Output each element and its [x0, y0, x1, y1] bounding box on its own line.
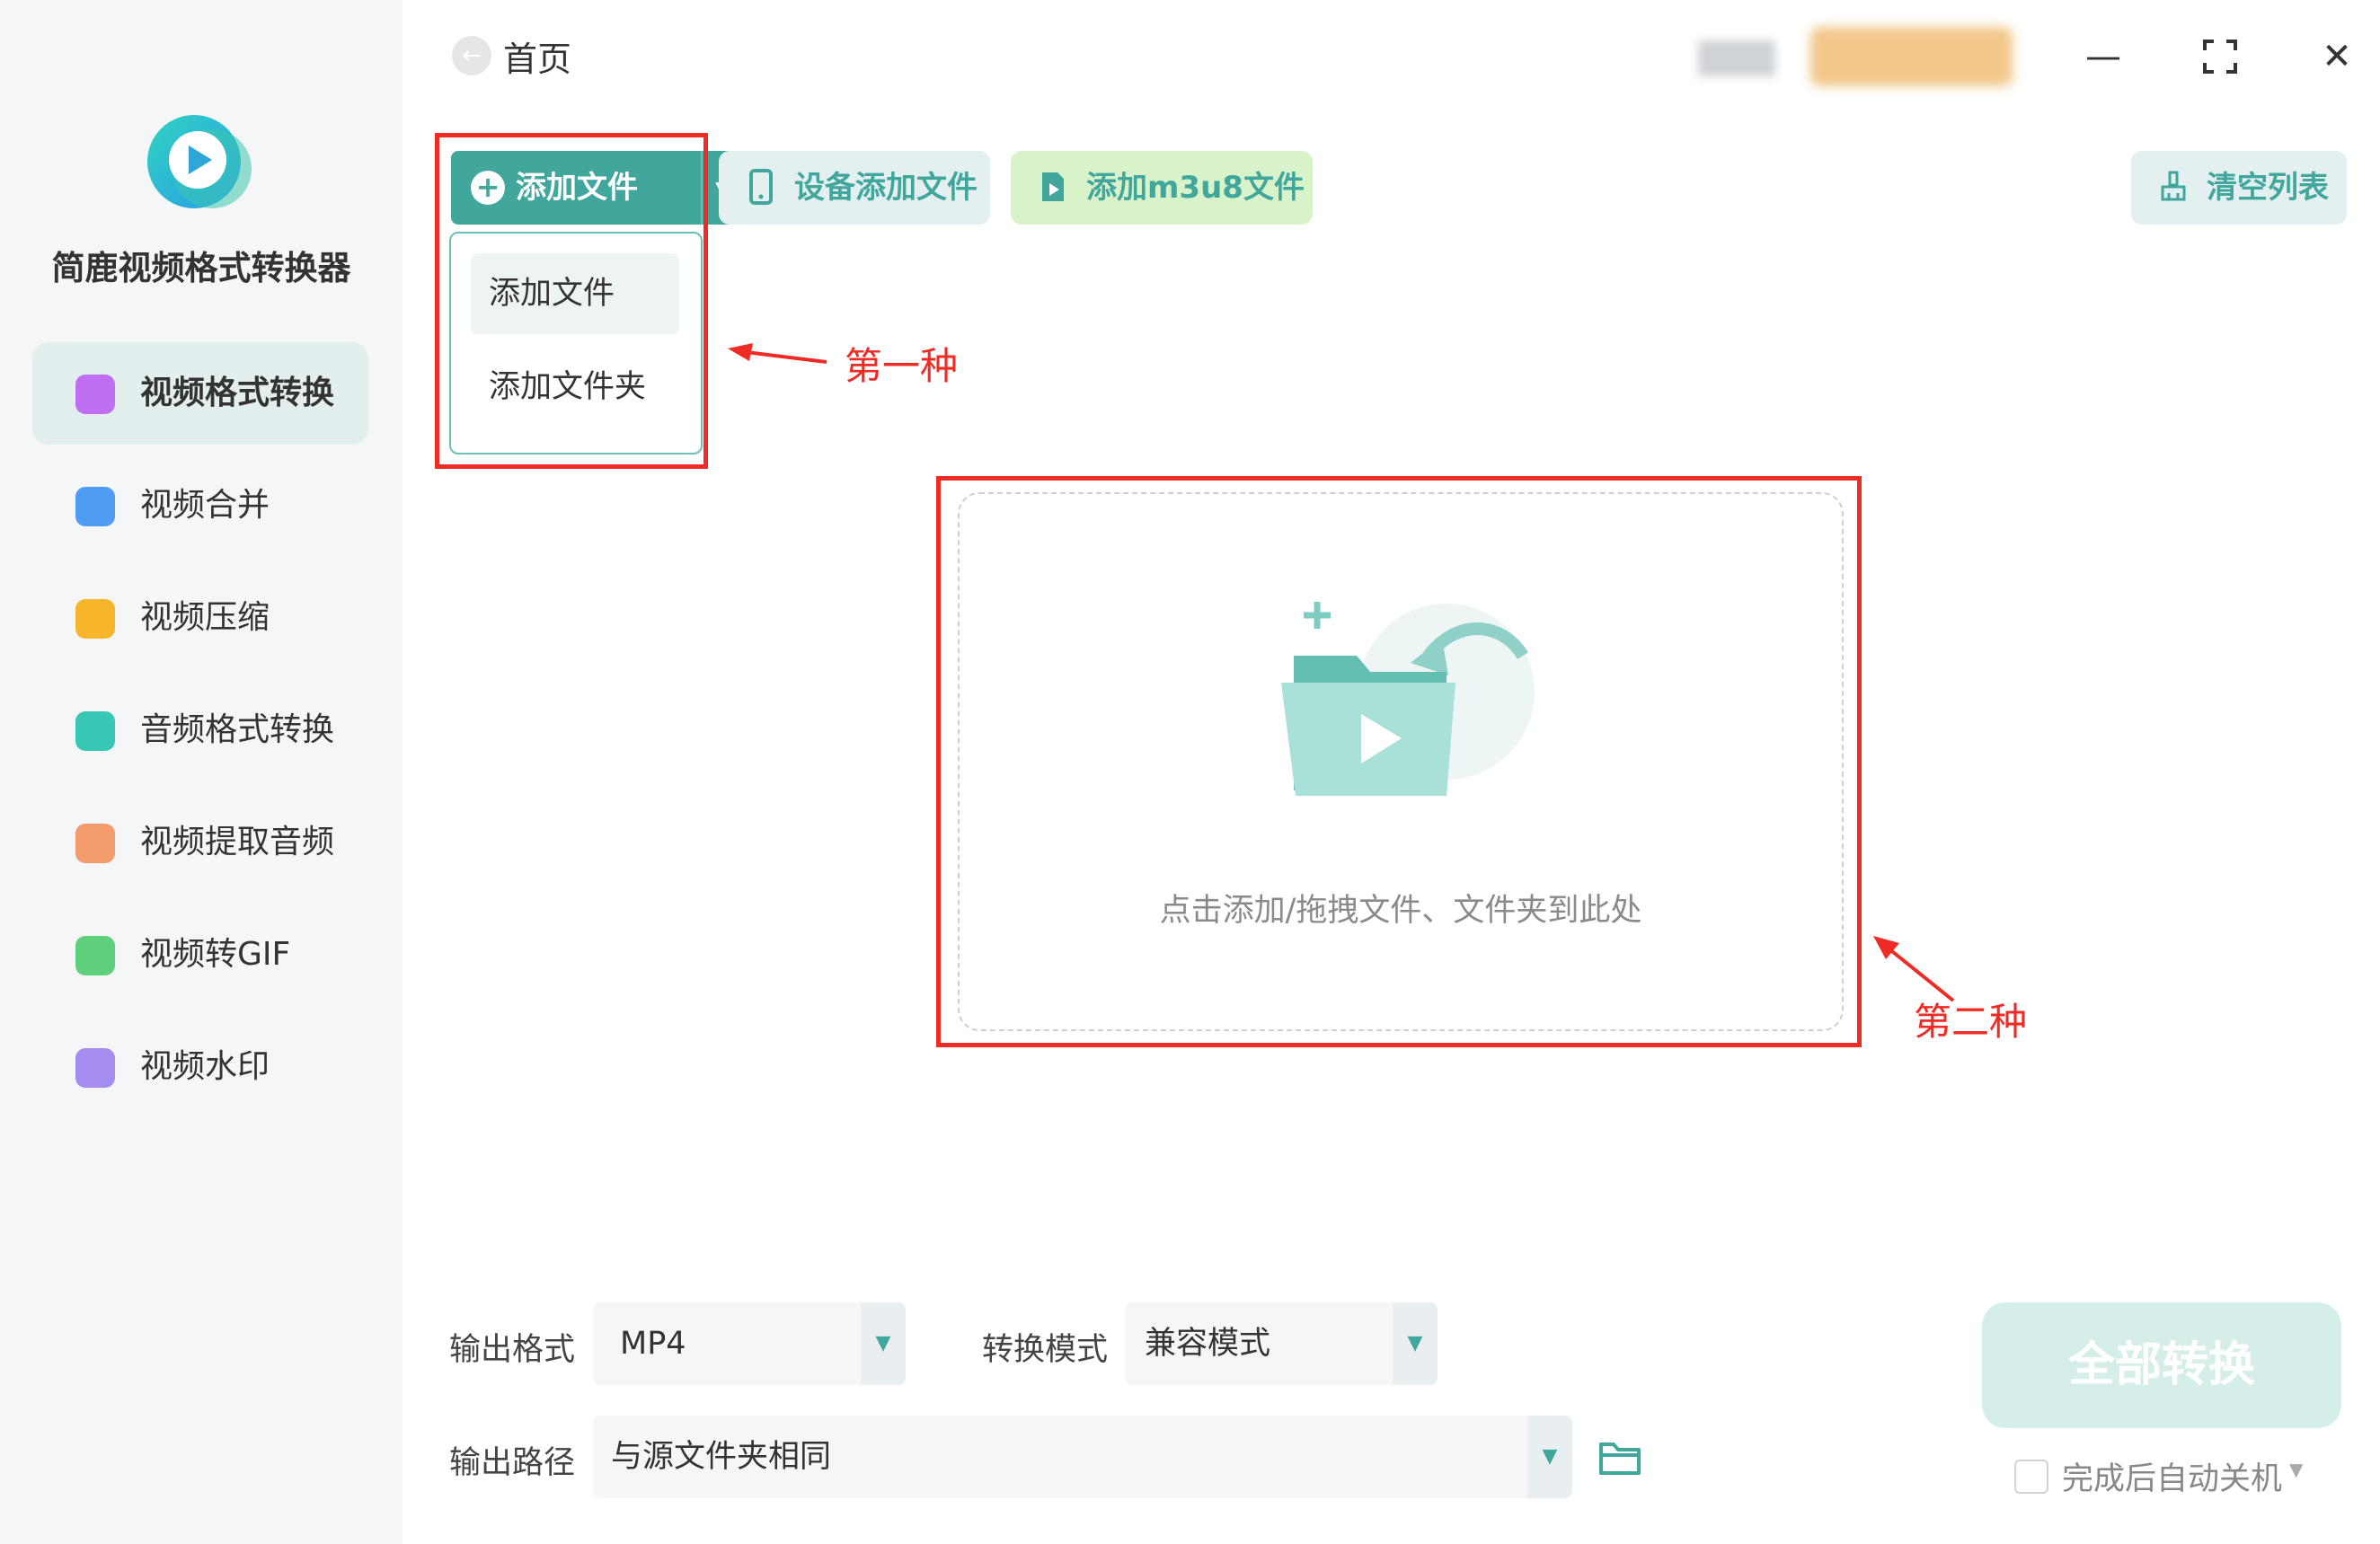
phone-icon — [749, 169, 773, 205]
output-path-select[interactable]: 与源文件夹相同 ▼ — [593, 1416, 1572, 1498]
caret-down-icon: ▼ — [875, 1332, 891, 1354]
video-convert-icon — [75, 375, 115, 414]
sidebar-item-audio-convert[interactable]: 音频格式转换 — [32, 679, 368, 781]
output-path-value: 与源文件夹相同 — [611, 1439, 832, 1475]
sidebar-item-label: 视频水印 — [140, 1048, 270, 1085]
sidebar-item-label: 视频压缩 — [140, 599, 270, 636]
clear-list-label: 清空列表 — [2207, 170, 2329, 206]
sidebar-item-extract-audio[interactable]: 视频提取音频 — [32, 791, 368, 894]
video-compress-icon — [75, 599, 115, 639]
annotation-arrow-first — [728, 343, 827, 364]
account-info-blurred[interactable] — [1698, 40, 1775, 76]
caret-down-icon: ▼ — [1542, 1445, 1558, 1468]
sidebar-item-label: 视频提取音频 — [140, 824, 335, 860]
sidebar-item-watermark[interactable]: 视频水印 — [32, 1016, 368, 1118]
sidebar-item-label: 视频格式转换 — [140, 375, 335, 411]
app-name: 简鹿视频格式转换器 — [51, 249, 351, 287]
add-m3u8-label: 添加m3u8文件 — [1086, 170, 1305, 206]
add-m3u8-button[interactable]: 添加m3u8文件 — [1011, 151, 1313, 225]
m3u8-file-icon — [1042, 172, 1064, 201]
convert-mode-label: 转换模式 — [982, 1332, 1109, 1368]
annotation-label-second: 第二种 — [1914, 1000, 2028, 1044]
sidebar-item-label: 音频格式转换 — [140, 711, 335, 748]
gif-icon — [75, 936, 115, 975]
vip-badge-blurred[interactable] — [1810, 27, 2013, 86]
output-format-value: MP4 — [620, 1326, 686, 1362]
sidebar-item-label: 视频合并 — [140, 487, 270, 524]
caret-down-icon: ▼ — [1407, 1332, 1423, 1354]
app-logo — [147, 115, 252, 208]
output-path-arrow: ▼ — [1527, 1416, 1572, 1498]
sidebar-item-video-convert[interactable]: 视频格式转换 — [32, 342, 368, 445]
close-button[interactable]: ✕ — [2305, 27, 2368, 86]
watermark-icon — [75, 1048, 115, 1088]
drop-zone-hint: 点击添加/拖拽文件、文件夹到此处 — [1159, 893, 1642, 929]
sidebar-item-video-merge[interactable]: 视频合并 — [32, 454, 368, 557]
clear-list-button[interactable]: 清空列表 — [2131, 151, 2347, 225]
sidebar-item-label: 视频转GIF — [140, 936, 291, 973]
convert-mode-select[interactable]: 兼容模式 ▼ — [1125, 1302, 1438, 1385]
minimize-icon: — — [2085, 36, 2121, 77]
output-format-arrow: ▼ — [861, 1302, 906, 1385]
annotation-label-first: 第一种 — [845, 344, 959, 388]
close-icon: ✕ — [2322, 36, 2352, 77]
back-button[interactable]: ← — [452, 36, 491, 75]
sidebar-item-video-compress[interactable]: 视频压缩 — [32, 567, 368, 669]
broom-icon — [2161, 171, 2186, 201]
convert-all-button[interactable]: 全部转换 — [1982, 1302, 2341, 1428]
back-arrow-icon: ← — [462, 42, 482, 69]
output-path-label: 输出路径 — [449, 1445, 576, 1481]
sidebar-item-video-gif[interactable]: 视频转GIF — [32, 904, 368, 1006]
audio-convert-icon — [75, 711, 115, 751]
device-add-file-label: 设备添加文件 — [794, 170, 978, 206]
caret-down-icon[interactable]: ▼ — [2289, 1459, 2303, 1480]
convert-mode-value: 兼容模式 — [1145, 1326, 1271, 1362]
breadcrumb: 首页 — [503, 40, 572, 79]
output-format-select[interactable]: MP4 ▼ — [593, 1302, 906, 1385]
video-merge-icon — [75, 487, 115, 526]
folder-video-illustration — [1281, 602, 1535, 796]
output-format-label: 输出格式 — [449, 1332, 576, 1368]
extract-audio-icon — [75, 824, 115, 863]
auto-shutdown-checkbox[interactable] — [2014, 1460, 2048, 1494]
maximize-icon — [2203, 40, 2237, 74]
convert-mode-arrow: ▼ — [1393, 1302, 1438, 1385]
annotation-box-first — [435, 133, 708, 469]
minimize-button[interactable]: — — [2072, 27, 2135, 86]
auto-shutdown-label: 完成后自动关机 — [2062, 1461, 2283, 1497]
open-folder-icon[interactable] — [1597, 1437, 1642, 1478]
device-add-file-button[interactable]: 设备添加文件 — [719, 151, 990, 225]
maximize-button[interactable] — [2189, 27, 2252, 86]
